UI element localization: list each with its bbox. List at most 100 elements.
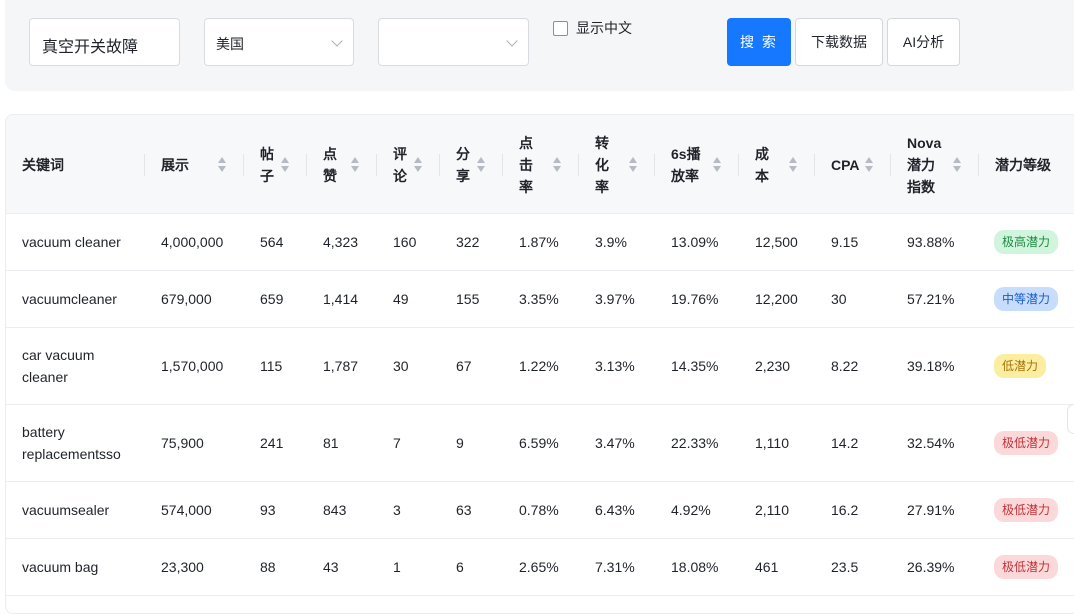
- cell-ctr: 1.87%: [519, 234, 559, 250]
- secondary-select[interactable]: [378, 18, 529, 66]
- column-header-cpa[interactable]: CPA: [815, 115, 891, 214]
- cell-kw: vacuumcleaner: [22, 291, 117, 307]
- cell-potential: 极低潜力: [979, 539, 1074, 595]
- cell-posts: 93: [260, 502, 276, 518]
- column-header-keyword[interactable]: 关键词: [6, 115, 145, 214]
- cell-kw: vacuum bag: [22, 559, 99, 575]
- column-header-ctr[interactable]: 点击率: [503, 115, 579, 214]
- cell-impressions: 23,300: [161, 559, 204, 575]
- cell-likes: 1,414: [323, 291, 359, 307]
- cell-cpa: 30: [831, 291, 847, 307]
- cell-nova: 26.39%: [907, 559, 955, 575]
- keyword-table: 关键词 展示 帖子 点赞 评论 分享 点击率 转化率 6s播 放率 成 本 CP…: [5, 114, 1074, 614]
- cell-posts: 564: [260, 234, 284, 250]
- cell-potential: 低潜力: [979, 328, 1074, 404]
- cell-ctr: 1.22%: [519, 358, 559, 374]
- cell-likes: 4,323: [323, 234, 359, 250]
- cell-impressions: 1,570,000: [161, 358, 224, 374]
- cell-play6s: 14.35%: [671, 358, 719, 374]
- horizontal-scroll-handle[interactable]: [1067, 404, 1074, 434]
- cell-cost: 2,230: [755, 358, 791, 374]
- sort-icon[interactable]: [629, 157, 637, 173]
- cell-impressions: 679,000: [161, 291, 212, 307]
- cell-ctr: 6.59%: [519, 435, 559, 451]
- cell-shares: 67: [456, 358, 472, 374]
- chevron-down-icon: [506, 35, 518, 47]
- cell-cpa: 9.15: [831, 234, 859, 250]
- cell-kw: battery replacementsso: [22, 424, 121, 462]
- cell-play6s: 22.33%: [671, 435, 719, 451]
- table-row: vacuumcleaner 679,000 659 1,414 49 155 3.35% 3.…: [6, 271, 1074, 328]
- cell-cpa: 14.2: [831, 435, 859, 451]
- filter-toolbar: 真空开关故障 美国 显示中文 搜 索 下载数据 AI分析: [5, 0, 1074, 91]
- cell-play6s: 4.92%: [671, 502, 711, 518]
- column-header-shares[interactable]: 分享: [440, 115, 503, 214]
- table-row: battery replacementsso 75,900 241 81 7 9 6.59% 3…: [6, 405, 1074, 482]
- sort-icon[interactable]: [789, 157, 797, 173]
- cell-posts: 115: [260, 358, 283, 374]
- cell-nova: 27.91%: [907, 502, 955, 518]
- ai-analysis-button[interactable]: AI分析: [887, 18, 960, 66]
- cell-kw: vacuumsealer: [22, 502, 110, 518]
- sort-icon[interactable]: [953, 157, 961, 173]
- cell-play6s: 13.09%: [671, 234, 719, 250]
- cell-impressions: 4,000,000: [161, 234, 224, 250]
- country-select[interactable]: 美国: [204, 18, 354, 66]
- column-header-cvr[interactable]: 转化率: [579, 115, 655, 214]
- table-row: vacuumsealer 574,000 93 843 3 63 0.78% 6.43% 4.9…: [6, 482, 1074, 539]
- sort-icon[interactable]: [553, 157, 561, 173]
- potential-badge: 低潜力: [994, 354, 1047, 378]
- sort-icon[interactable]: [865, 157, 873, 173]
- column-header-nova[interactable]: Nova 潜力 指数: [891, 115, 979, 214]
- download-data-button[interactable]: 下载数据: [795, 18, 883, 66]
- sort-icon[interactable]: [477, 157, 485, 173]
- cell-cpa: 8.22: [831, 358, 859, 374]
- column-header-play6s[interactable]: 6s播 放率: [655, 115, 739, 214]
- column-header-likes[interactable]: 点赞: [307, 115, 377, 214]
- cell-potential: 极高潜力: [979, 214, 1074, 270]
- sort-icon[interactable]: [281, 157, 289, 173]
- potential-badge: 极低潜力: [994, 498, 1059, 522]
- cell-comments: 49: [393, 291, 409, 307]
- cell-nova: 57.21%: [907, 291, 955, 307]
- cell-kw: car vacuum cleaner: [22, 347, 95, 385]
- sort-icon[interactable]: [713, 157, 721, 173]
- cell-ctr: 2.65%: [519, 559, 559, 575]
- potential-badge: 极低潜力: [994, 555, 1059, 579]
- cell-posts: 241: [260, 435, 284, 451]
- cell-cvr: 3.13%: [595, 358, 635, 374]
- column-header-impressions[interactable]: 展示: [145, 115, 244, 214]
- table-header: 关键词 展示 帖子 点赞 评论 分享 点击率 转化率 6s播 放率 成 本 CP…: [6, 115, 1074, 214]
- cell-posts: 659: [260, 291, 284, 307]
- cell-ctr: 0.78%: [519, 502, 559, 518]
- sort-icon[interactable]: [414, 157, 422, 173]
- column-header-cost[interactable]: 成本: [739, 115, 815, 214]
- cell-play6s: 18.08%: [671, 559, 719, 575]
- cell-potential: 极低潜力: [979, 405, 1074, 481]
- cell-cvr: 3.9%: [595, 234, 627, 250]
- cell-cvr: 7.31%: [595, 559, 635, 575]
- cell-impressions: 574,000: [161, 502, 212, 518]
- column-header-comments[interactable]: 评论: [377, 115, 440, 214]
- keyword-input[interactable]: 真空开关故障: [29, 18, 180, 66]
- cell-play6s: 19.76%: [671, 291, 719, 307]
- show-chinese-checkbox[interactable]: [553, 20, 568, 36]
- sort-icon[interactable]: [351, 157, 359, 173]
- cell-shares: 63: [456, 502, 472, 518]
- column-header-posts[interactable]: 帖子: [244, 115, 307, 214]
- cell-shares: 9: [456, 435, 464, 451]
- keyword-input-value: 真空开关故障: [42, 39, 139, 56]
- show-chinese-toggle[interactable]: 显示中文: [553, 20, 632, 36]
- cell-comments: 160: [393, 234, 417, 250]
- cell-comments: 3: [393, 502, 401, 518]
- table-row: vacuum bag 23,300 88 43 1 6 2.65% 7.31% 18.08% 46…: [6, 539, 1074, 596]
- cell-posts: 88: [260, 559, 276, 575]
- cell-ctr: 3.35%: [519, 291, 559, 307]
- search-button[interactable]: 搜 索: [727, 18, 791, 66]
- table-row: car vacuum cleaner 1,570,000 115 1,787 30 67 1.…: [6, 328, 1074, 405]
- sort-icon[interactable]: [218, 157, 226, 173]
- cell-cpa: 23.5: [831, 559, 859, 575]
- cell-nova: 39.18%: [907, 358, 955, 374]
- chevron-down-icon: [331, 35, 343, 47]
- cell-shares: 322: [456, 234, 480, 250]
